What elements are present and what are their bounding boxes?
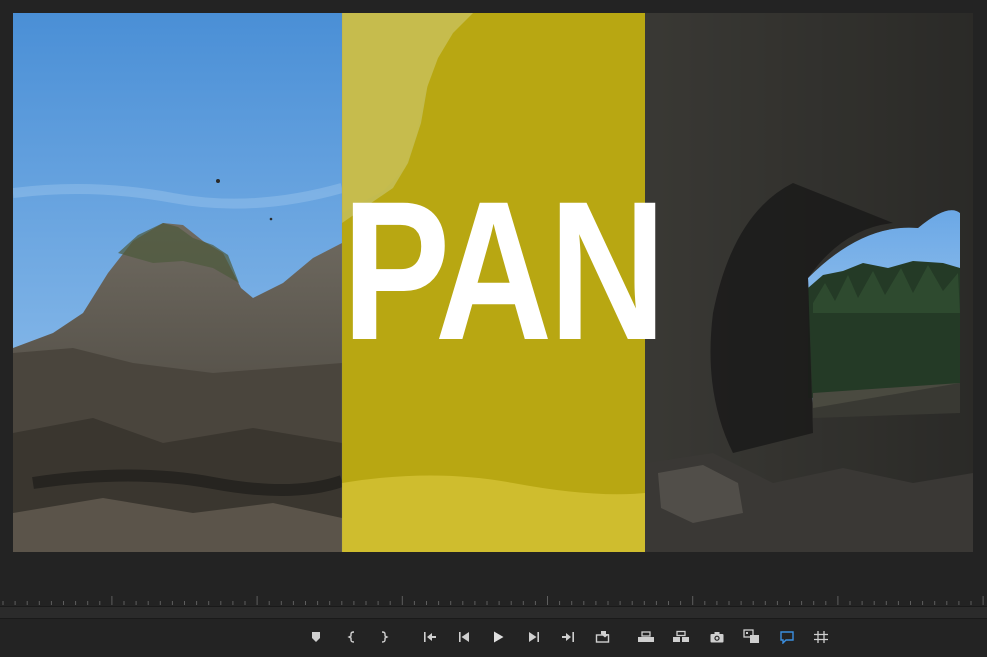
marker-icon — [312, 632, 320, 642]
extract-icon — [673, 630, 689, 642]
mark-out-icon — [381, 631, 389, 643]
safe-margins-button[interactable] — [809, 626, 833, 648]
insert-icon — [595, 631, 610, 643]
camera-icon — [710, 632, 724, 643]
mark-in-icon — [347, 631, 355, 643]
time-ruler[interactable] — [0, 592, 987, 606]
title-overlay-text: PAN — [342, 160, 666, 381]
video-viewer[interactable]: PAN — [13, 13, 973, 552]
lift-button[interactable] — [634, 626, 658, 648]
extract-button[interactable] — [669, 626, 693, 648]
play-icon — [494, 631, 504, 643]
mark-out-button[interactable] — [372, 626, 396, 648]
step-back-icon — [459, 632, 469, 642]
grid-icon — [814, 631, 828, 643]
go-to-out-icon — [562, 632, 574, 642]
transport-controls — [0, 619, 987, 657]
step-back-button[interactable] — [452, 626, 476, 648]
multi-camera-button[interactable] — [740, 626, 764, 648]
export-frame-button[interactable] — [705, 626, 729, 648]
lift-icon — [638, 631, 654, 642]
multi-camera-icon — [743, 629, 759, 643]
program-monitor: PAN — [0, 0, 987, 657]
add-marker-button[interactable] — [304, 626, 328, 648]
go-to-in-icon — [424, 632, 436, 642]
step-forward-button[interactable] — [522, 626, 546, 648]
play-button[interactable] — [486, 626, 510, 648]
left-scene — [13, 13, 344, 552]
comparison-view-button[interactable] — [775, 626, 799, 648]
step-forward-icon — [529, 632, 539, 642]
speech-bubble-icon — [780, 631, 794, 644]
scrub-bar[interactable] — [0, 606, 987, 619]
mark-in-button[interactable] — [340, 626, 364, 648]
go-to-out-button[interactable] — [556, 626, 580, 648]
right-scene — [645, 13, 973, 552]
go-to-in-button[interactable] — [418, 626, 442, 648]
insert-button[interactable] — [591, 626, 615, 648]
